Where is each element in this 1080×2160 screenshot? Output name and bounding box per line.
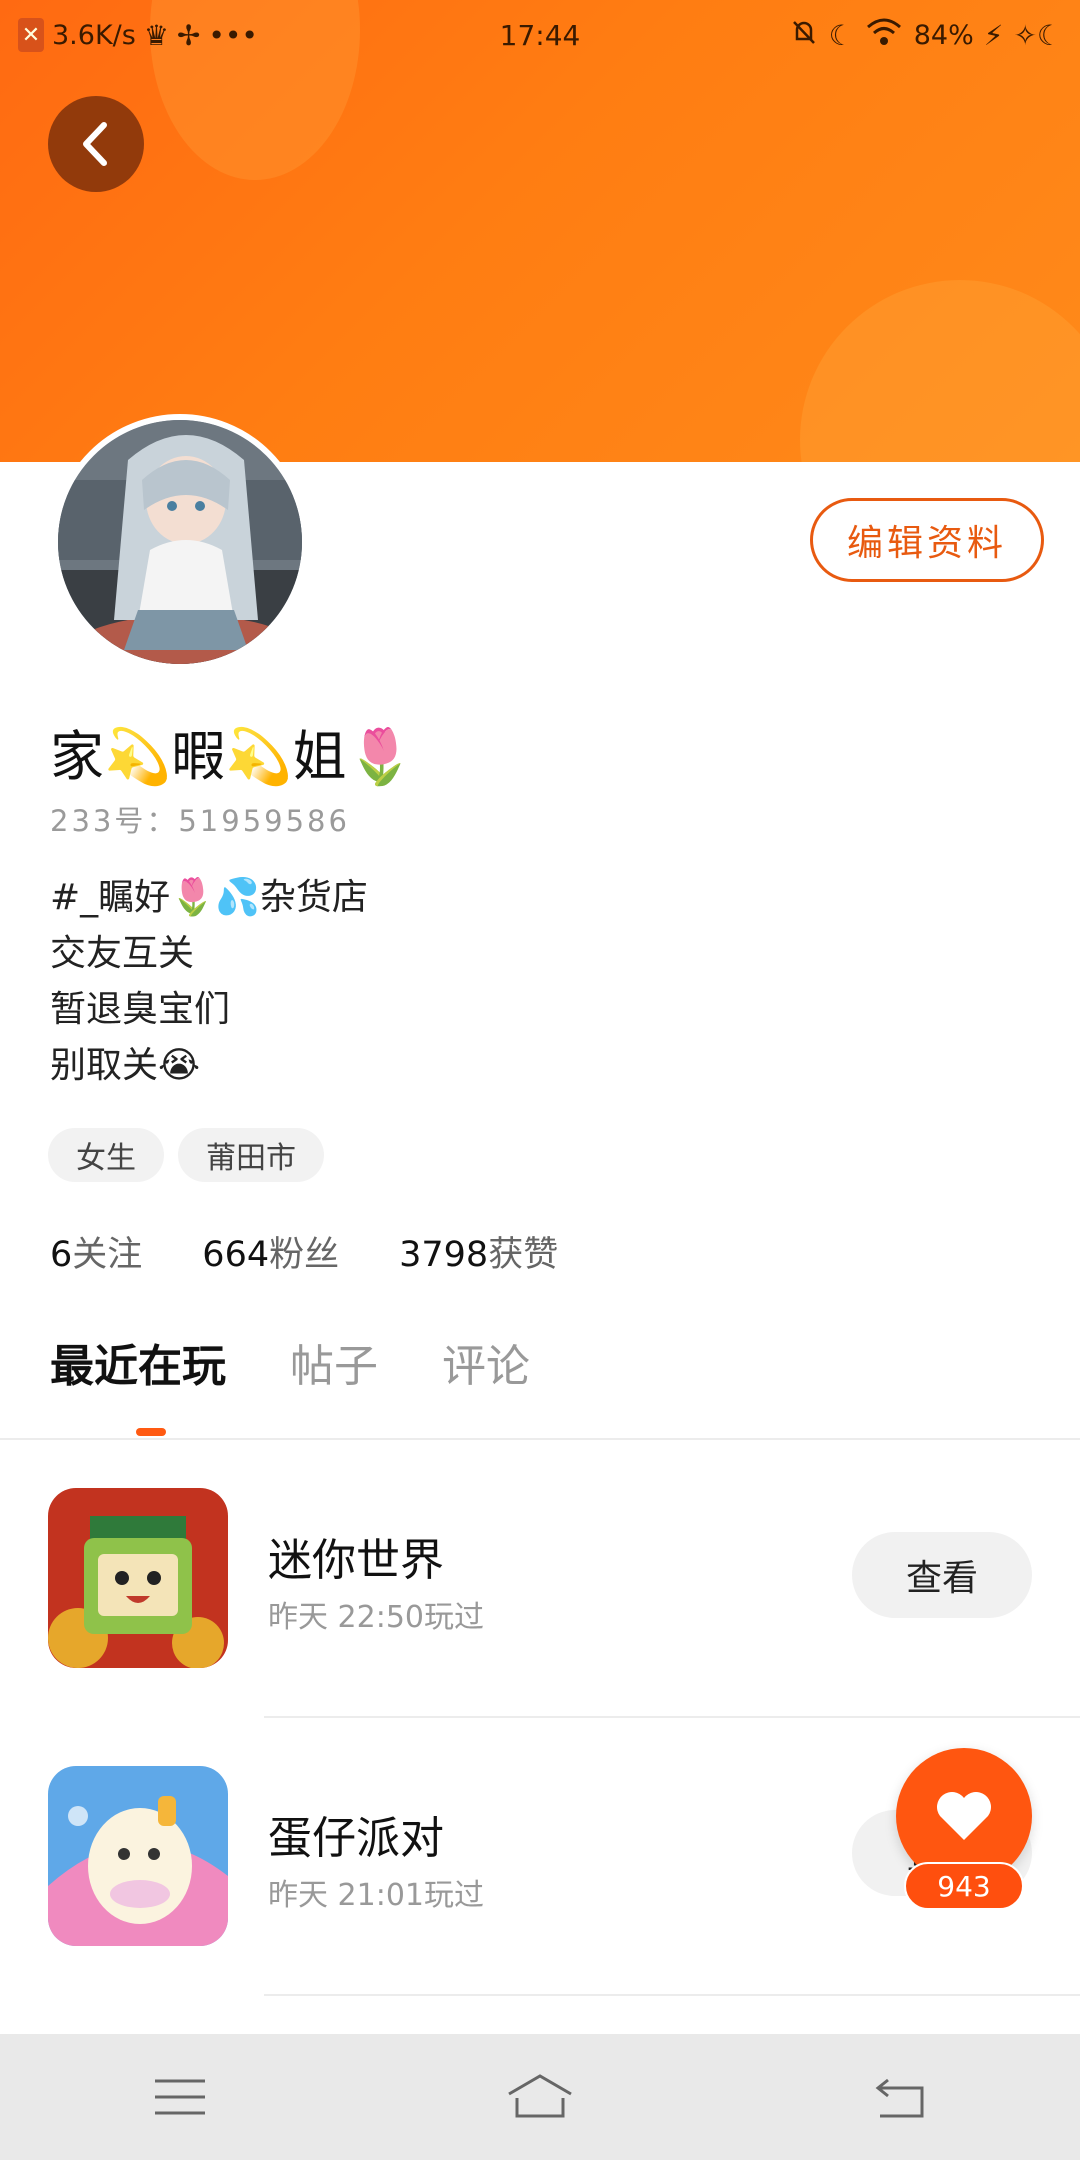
wifi-icon xyxy=(864,17,904,54)
app-notification-icon: ✕ xyxy=(18,18,44,52)
battery-level: 84% xyxy=(913,19,974,51)
followers-label: 粉丝 xyxy=(269,1235,340,1275)
tab-comments[interactable]: 评论 xyxy=(442,1330,530,1394)
back-icon xyxy=(875,2078,924,2118)
charging-icon: ⚡ xyxy=(983,18,1004,52)
game-name: 蛋仔派对 xyxy=(268,1813,444,1864)
profile-tabs: 最近在玩 帖子 评论 xyxy=(50,1330,530,1394)
view-button[interactable]: 查看 xyxy=(852,1532,1032,1618)
crown-icon: ♛ xyxy=(143,18,169,52)
moon-icon: ☾ xyxy=(828,18,854,52)
back-button[interactable] xyxy=(48,96,144,192)
bio-line: 交友互关 xyxy=(50,933,195,974)
game-icon-eggy-party xyxy=(48,1766,228,1946)
likes-stat[interactable]: 3798获赞 xyxy=(399,1226,558,1277)
active-tab-indicator xyxy=(136,1428,166,1436)
menu-icon xyxy=(155,2079,205,2115)
followers-count: 664 xyxy=(202,1235,270,1275)
status-bar: ✕ 3.6K/s ♛ ✢ ••• 17:44 ☾ 84% ⚡ ✧☾ xyxy=(0,0,1080,70)
last-played-time: 昨天 21:01玩过 xyxy=(268,1878,484,1913)
followers-stat[interactable]: 664粉丝 xyxy=(202,1226,339,1277)
like-count-badge: 943 xyxy=(904,1862,1024,1910)
system-navigation-bar xyxy=(0,2034,1080,2160)
following-count: 6 xyxy=(50,1235,73,1275)
avatar-image xyxy=(58,420,302,664)
bio-line: 暂退臭宝们 xyxy=(50,989,231,1030)
game-icon-mini-world xyxy=(48,1488,228,1668)
divider xyxy=(264,1994,1080,1996)
home-icon xyxy=(508,2074,572,2118)
network-speed: 3.6K/s xyxy=(52,19,136,51)
profile-tags: 女生 莆田市 xyxy=(48,1128,324,1182)
likes-label: 获赞 xyxy=(488,1235,559,1275)
edit-profile-button[interactable]: 编辑资料 xyxy=(810,498,1044,582)
avatar[interactable] xyxy=(52,414,308,670)
following-stat[interactable]: 6关注 xyxy=(50,1226,142,1277)
following-label: 关注 xyxy=(72,1235,143,1275)
more-dots-icon: ••• xyxy=(208,18,258,52)
bio: #_瞩好🌷💦杂货店 交友互关 暂退臭宝们 别取关😭 xyxy=(50,870,368,1094)
gender-tag: 女生 xyxy=(48,1128,164,1182)
chevron-left-icon xyxy=(83,122,107,166)
likes-count: 3798 xyxy=(399,1235,489,1275)
divider xyxy=(0,1438,1080,1440)
profile-stats: 6关注 664粉丝 3798获赞 xyxy=(50,1226,558,1277)
bell-off-icon xyxy=(789,17,819,54)
divider xyxy=(264,1716,1080,1718)
tab-recently-played[interactable]: 最近在玩 xyxy=(50,1330,226,1394)
stars-icon: ✧☾ xyxy=(1013,18,1062,52)
user-id: 233号：51959586 xyxy=(50,804,350,838)
heart-icon xyxy=(937,1792,991,1840)
bio-line: 别取关😭 xyxy=(50,1045,201,1086)
home-button[interactable] xyxy=(480,2052,600,2142)
bio-line: #_瞩好🌷💦杂货店 xyxy=(50,877,368,918)
game-name: 迷你世界 xyxy=(268,1535,444,1586)
nickname: 家💫暇💫姐🌷 xyxy=(50,725,414,788)
menu-button[interactable] xyxy=(120,2052,240,2142)
back-nav-button[interactable] xyxy=(840,2052,960,2142)
tab-posts[interactable]: 帖子 xyxy=(290,1330,378,1394)
last-played-time: 昨天 22:50玩过 xyxy=(268,1600,484,1635)
fan-icon: ✢ xyxy=(176,18,201,52)
list-item[interactable]: 迷你世界 昨天 22:50玩过 查看 xyxy=(0,1444,1080,1684)
location-tag: 莆田市 xyxy=(178,1128,324,1182)
banner-decoration xyxy=(800,280,1080,462)
